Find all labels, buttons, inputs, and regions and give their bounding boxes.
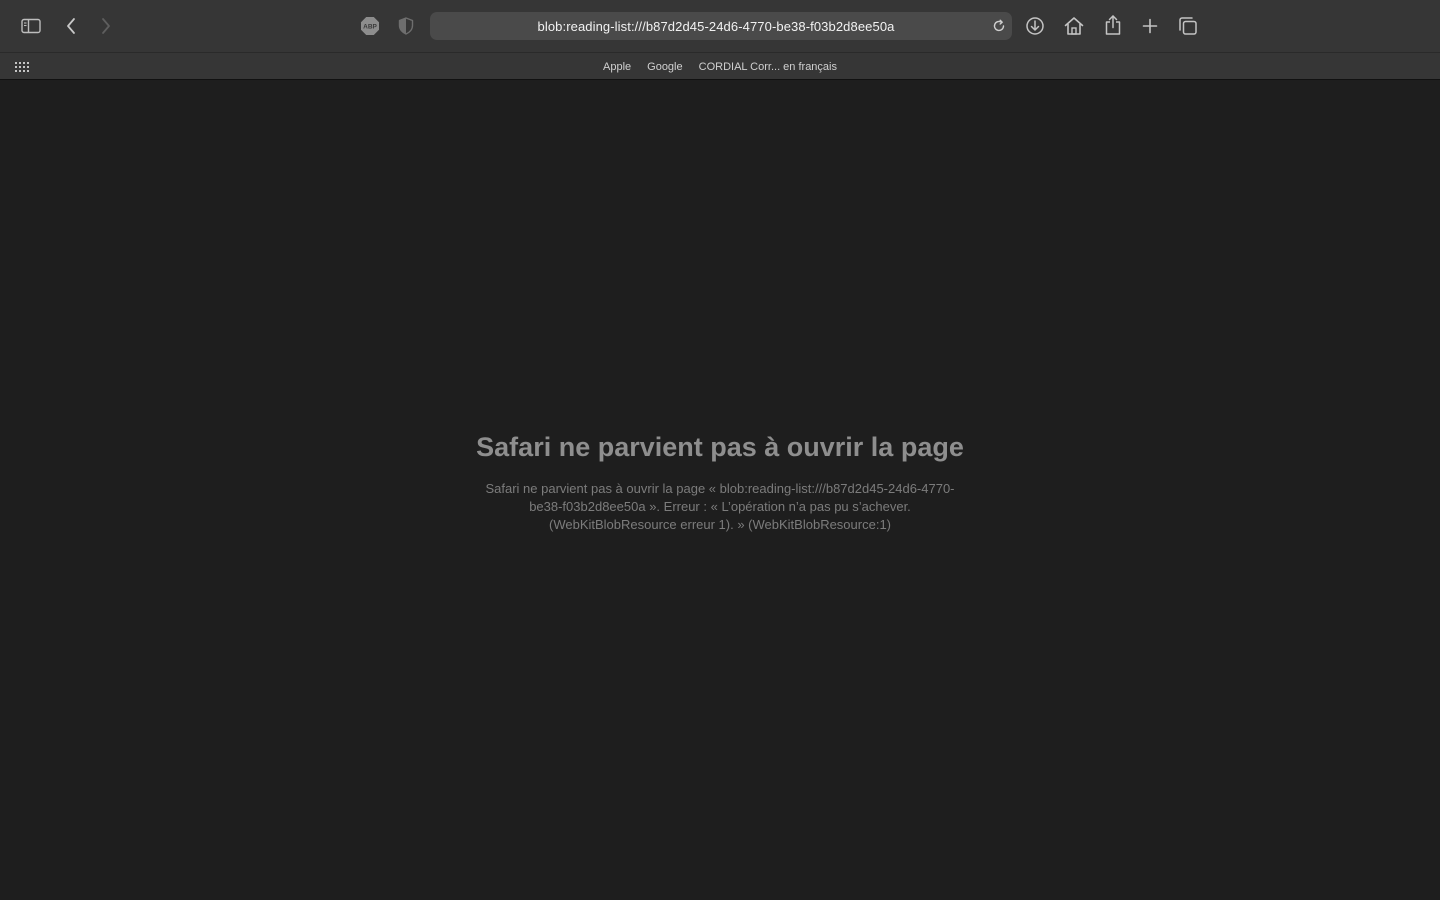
favorites-bar: Apple Google CORDIAL Corr... en français (0, 52, 1440, 80)
page-content: Safari ne parvient pas à ouvrir la page … (0, 80, 1440, 900)
sidebar-toggle-button[interactable] (18, 14, 44, 38)
shield-icon (398, 17, 414, 35)
toolbar: ABP blob:reading-list:///b87d2d45-24d6-4… (0, 0, 1440, 52)
reload-button[interactable] (990, 17, 1008, 35)
browser-window: ABP blob:reading-list:///b87d2d45-24d6-4… (0, 0, 1440, 900)
download-icon (1026, 17, 1044, 35)
share-icon (1105, 15, 1121, 35)
abp-icon: ABP (361, 17, 379, 35)
tab-overview-button[interactable] (1176, 14, 1200, 38)
error-message: Safari ne parvient pas à ouvrir la page … (460, 480, 980, 534)
address-bar[interactable]: blob:reading-list:///b87d2d45-24d6-4770-… (430, 12, 1012, 40)
forward-button[interactable] (95, 14, 117, 38)
reload-icon (993, 19, 1005, 32)
home-icon (1064, 17, 1084, 35)
favorites-list: Apple Google CORDIAL Corr... en français (0, 53, 1440, 80)
privacy-report-button[interactable] (396, 15, 416, 37)
chevron-left-icon (67, 18, 75, 34)
downloads-button[interactable] (1023, 14, 1047, 38)
favorite-apple[interactable]: Apple (603, 61, 631, 73)
favorite-google[interactable]: Google (647, 61, 682, 73)
sidebar-icon (21, 18, 41, 34)
favorite-cordial[interactable]: CORDIAL Corr... en français (699, 61, 837, 73)
error-title: Safari ne parvient pas à ouvrir la page (476, 432, 964, 462)
error-line-1: Safari ne parvient pas à ouvrir la page … (485, 481, 955, 496)
chevron-right-icon (102, 18, 110, 34)
error-line-3: (WebKitBlobResource erreur 1). » (WebKit… (549, 517, 891, 532)
url-text: blob:reading-list:///b87d2d45-24d6-4770-… (537, 18, 895, 34)
tab-overview-icon (1179, 17, 1197, 35)
adblock-button[interactable]: ABP (359, 15, 381, 37)
abp-label: ABP (363, 24, 377, 31)
new-tab-button[interactable] (1139, 14, 1161, 38)
share-button[interactable] (1102, 13, 1124, 37)
plus-icon (1142, 18, 1158, 34)
back-button[interactable] (60, 14, 82, 38)
error-line-2: be38-f03b2d8ee50a ». Erreur : « L’opérat… (529, 499, 911, 514)
home-button[interactable] (1062, 14, 1086, 38)
